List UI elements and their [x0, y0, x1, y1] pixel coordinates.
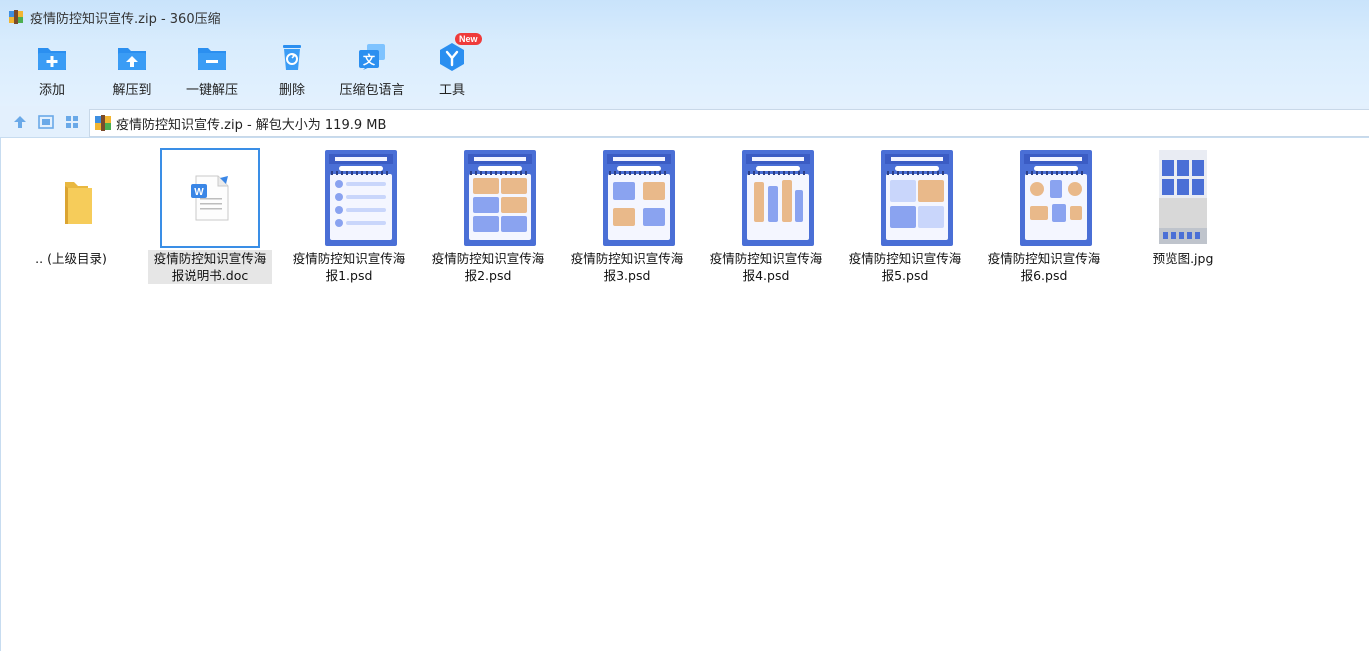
file-item-doc[interactable]: W 疫情防控知识宣传海报说明书.doc	[148, 142, 272, 284]
file-name: 预览图.jpg	[1152, 251, 1214, 266]
up-arrow-icon[interactable]	[11, 113, 29, 131]
parent-folder-label: .. (上级目录)	[35, 251, 107, 266]
file-name: 疫情防控知识宣传海报1.psd	[292, 251, 406, 283]
address-text: 疫情防控知识宣传.zip - 解包大小为 119.9 MB	[116, 117, 387, 133]
folder-icon	[21, 148, 121, 248]
archive-app-icon	[8, 9, 24, 25]
delete-icon	[275, 40, 309, 74]
header-band: 疫情防控知识宣传.zip - 360压缩 添加 解压到 一键解压 删除 文 压缩…	[0, 0, 1369, 106]
poster-thumbnail	[299, 148, 399, 248]
svg-text:W: W	[194, 187, 204, 198]
file-item-psd-5[interactable]: 疫情防控知识宣传海报5.psd	[843, 142, 967, 283]
poster-thumbnail	[577, 148, 677, 248]
file-name: 疫情防控知识宣传海报4.psd	[709, 251, 823, 283]
extract-to-label: 解压到	[112, 83, 152, 98]
thumbnail-view-icon[interactable]	[63, 113, 81, 131]
window-title: 疫情防控知识宣传.zip - 360压缩	[30, 11, 221, 27]
poster-thumbnail	[716, 148, 816, 248]
language-icon: 文	[355, 40, 389, 74]
title-bar: 疫情防控知识宣传.zip - 360压缩	[0, 0, 1369, 34]
image-thumbnail	[1133, 148, 1233, 248]
add-icon	[35, 40, 69, 74]
toolbar: 添加 解压到 一键解压 删除 文 压缩包语言 New 工具	[0, 33, 1369, 106]
new-badge: New	[455, 33, 482, 45]
file-item-psd-2[interactable]: 疫情防控知识宣传海报2.psd	[426, 142, 550, 283]
file-name: 疫情防控知识宣传海报6.psd	[987, 251, 1101, 283]
tools-button[interactable]: New 工具	[412, 33, 492, 98]
file-item-psd-6[interactable]: 疫情防控知识宣传海报6.psd	[982, 142, 1106, 283]
extract-to-button[interactable]: 解压到	[92, 36, 172, 98]
file-name: 疫情防控知识宣传海报5.psd	[848, 251, 962, 283]
one-click-extract-icon	[195, 40, 229, 74]
word-doc-icon: W	[160, 148, 260, 248]
file-item-psd-1[interactable]: 疫情防控知识宣传海报1.psd	[287, 142, 411, 283]
delete-label: 删除	[278, 83, 305, 98]
poster-thumbnail	[438, 148, 538, 248]
file-name: 疫情防控知识宣传海报2.psd	[431, 251, 545, 283]
address-bar[interactable]: 疫情防控知识宣传.zip - 解包大小为 119.9 MB	[89, 109, 1369, 137]
navigation-bar: 疫情防控知识宣传.zip - 解包大小为 119.9 MB	[0, 106, 1369, 138]
add-label: 添加	[38, 83, 65, 98]
detail-view-icon[interactable]	[37, 113, 55, 131]
file-item-jpg[interactable]: 预览图.jpg	[1121, 142, 1245, 282]
archive-window: 疫情防控知识宣传.zip - 360压缩 添加 解压到 一键解压 删除 文 压缩…	[0, 0, 1369, 651]
parent-folder-item[interactable]: .. (上级目录)	[9, 142, 133, 282]
file-item-psd-4[interactable]: 疫情防控知识宣传海报4.psd	[704, 142, 828, 283]
file-item-psd-3[interactable]: 疫情防控知识宣传海报3.psd	[565, 142, 689, 283]
poster-thumbnail	[855, 148, 955, 248]
file-list: .. (上级目录) W 疫情防控知识宣传海报说明书.doc 疫情防控知识宣传海报…	[0, 138, 1369, 651]
add-button[interactable]: 添加	[12, 36, 92, 98]
archive-language-label: 压缩包语言	[339, 83, 405, 98]
extract-to-icon	[115, 40, 149, 74]
zip-file-icon	[94, 115, 112, 131]
one-click-extract-label: 一键解压	[185, 83, 238, 98]
svg-text:文: 文	[363, 52, 376, 67]
archive-language-button[interactable]: 文 压缩包语言	[332, 36, 412, 98]
tools-icon	[435, 40, 469, 74]
poster-thumbnail	[994, 148, 1094, 248]
file-name: 疫情防控知识宣传海报说明书.doc	[148, 250, 272, 284]
delete-button[interactable]: 删除	[252, 36, 332, 98]
one-click-extract-button[interactable]: 一键解压	[172, 36, 252, 98]
file-name: 疫情防控知识宣传海报3.psd	[570, 251, 684, 283]
tools-label: 工具	[438, 83, 465, 98]
